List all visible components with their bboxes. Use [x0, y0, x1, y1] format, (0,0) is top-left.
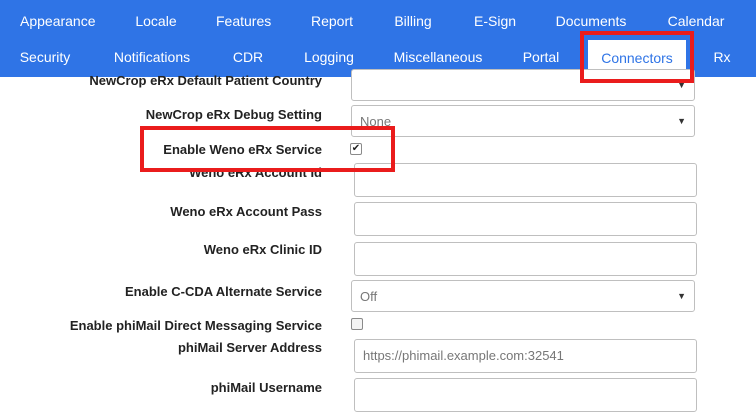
tab-features[interactable]: Features [216, 9, 271, 33]
phimail-enable-checkbox[interactable] [351, 318, 363, 330]
tab-miscellaneous[interactable]: Miscellaneous [393, 45, 483, 69]
tab-portal[interactable]: Portal [521, 45, 561, 69]
ccda-select[interactable]: Off ▼ [351, 280, 695, 312]
weno-account-pass-input[interactable] [354, 202, 697, 236]
tab-logging[interactable]: Logging [303, 45, 355, 69]
tab-locale[interactable]: Locale [134, 9, 178, 33]
newcrop-debug-label: NewCrop eRx Debug Setting [145, 107, 322, 122]
ccda-value: Off [360, 288, 378, 304]
phimail-username-input[interactable] [354, 378, 697, 412]
chevron-down-icon: ▼ [677, 116, 686, 126]
phimail-enable-label: Enable phiMail Direct Messaging Service [69, 318, 322, 333]
tab-report[interactable]: Report [310, 9, 354, 33]
newcrop-debug-value: None [360, 113, 392, 129]
weno-enable-checkbox[interactable]: ✔ [350, 143, 362, 155]
phimail-server-input[interactable]: https://phimail.example.com:32541 [354, 339, 697, 373]
tab-e-sign[interactable]: E-Sign [474, 9, 516, 33]
newcrop-country-select[interactable]: ▼ [351, 69, 695, 101]
newcrop-debug-select[interactable]: None ▼ [351, 105, 695, 137]
tab-notifications[interactable]: Notifications [112, 45, 192, 69]
tab-appearance[interactable]: Appearance [20, 9, 96, 33]
ccda-label: Enable C-CDA Alternate Service [125, 284, 322, 299]
weno-account-id-label: Weno eRx Account Id [189, 165, 322, 180]
tab-cdr[interactable]: CDR [232, 45, 264, 69]
phimail-server-label: phiMail Server Address [177, 340, 322, 355]
tab-calendar[interactable]: Calendar [666, 9, 726, 33]
phimail-server-placeholder: https://phimail.example.com:32541 [363, 348, 564, 363]
weno-account-id-input[interactable] [354, 163, 697, 197]
chevron-down-icon: ▼ [677, 80, 686, 90]
tab-security[interactable]: Security [18, 45, 72, 69]
newcrop-country-label: NewCrop eRx Default Patient Country [89, 73, 322, 88]
chevron-down-icon: ▼ [677, 291, 686, 301]
phimail-username-label: phiMail Username [210, 380, 322, 395]
settings-tab-bar: Appearance Locale Features Report Billin… [0, 0, 756, 77]
weno-enable-label: Enable Weno eRx Service [163, 142, 322, 157]
tab-rx[interactable]: Rx [712, 45, 732, 69]
tab-billing[interactable]: Billing [393, 9, 433, 33]
weno-clinic-id-label: Weno eRx Clinic ID [203, 242, 322, 257]
connectors-settings-form: NewCrop eRx Default Patient Country ▼ Ne… [0, 69, 756, 419]
tab-documents[interactable]: Documents [554, 9, 628, 33]
weno-clinic-id-input[interactable] [354, 242, 697, 276]
weno-account-pass-label: Weno eRx Account Pass [170, 204, 322, 219]
